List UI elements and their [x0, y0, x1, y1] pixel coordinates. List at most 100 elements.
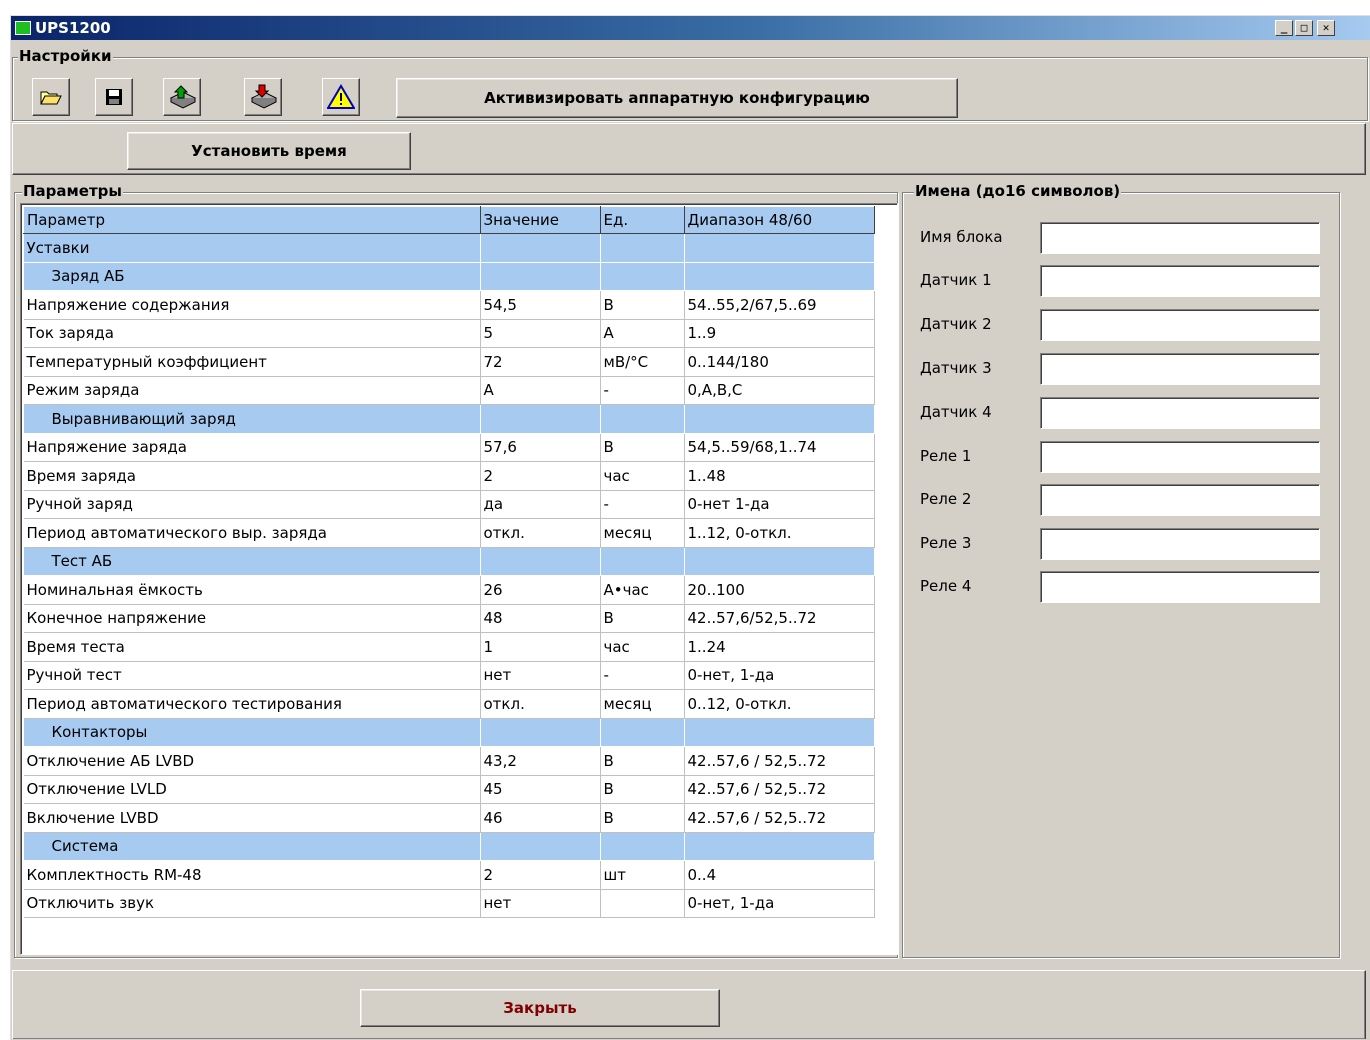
param-value-cell[interactable]: 1 — [480, 632, 601, 662]
param-value-cell[interactable]: 57,6 — [480, 433, 601, 462]
param-value-cell[interactable]: 54,5 — [480, 290, 601, 320]
open-file-button[interactable] — [32, 78, 70, 116]
table-row[interactable]: Режим заряда A -0,A,B,C — [23, 376, 875, 405]
param-name-cell: Отключение АБ LVBD — [23, 746, 481, 776]
section-label: Система — [23, 832, 481, 861]
maximize-button[interactable]: □ — [1295, 20, 1313, 36]
relay-2-name-input[interactable] — [1040, 484, 1320, 516]
param-unit-cell: час — [600, 632, 685, 662]
param-unit-cell: В — [600, 604, 685, 633]
table-row[interactable]: Номинальная ёмкость 26 А•час 20..100 — [23, 575, 875, 605]
section-label: Выравнивающий заряд — [23, 404, 481, 434]
table-section-row[interactable]: Заряд АБ — [23, 262, 875, 291]
param-value-cell[interactable]: 48 — [480, 604, 601, 633]
section-label: Заряд АБ — [23, 262, 481, 291]
block-name-input[interactable] — [1040, 222, 1320, 254]
param-range-cell: 54,5..59/68,1..74 — [684, 433, 875, 462]
param-value-cell[interactable]: 2 — [480, 461, 601, 491]
param-value-cell[interactable]: 26 — [480, 575, 601, 605]
set-time-button[interactable]: Установить время — [127, 132, 411, 170]
param-value-cell[interactable]: 2 — [480, 860, 601, 890]
param-name-cell: Включение LVBD — [23, 803, 481, 833]
param-range-cell: 42..57,6 / 52,5..72 — [684, 803, 875, 833]
table-row[interactable]: Температурный коэффициент 72 мВ/°С 0..144/1… — [23, 347, 875, 377]
sensor-3-name-input[interactable] — [1040, 353, 1320, 385]
close-button[interactable]: Закрыть — [360, 989, 720, 1027]
param-value-cell[interactable]: 45 — [480, 775, 601, 804]
column-header-range[interactable]: Диапазон 48/60 — [683, 206, 875, 234]
column-header-value[interactable]: Значение — [479, 206, 601, 234]
section-cell — [600, 832, 685, 861]
table-row[interactable]: Отключить звук нет 0-нет, 1-да — [23, 889, 875, 918]
name-label-sensor-2: Датчик 2 — [920, 315, 992, 333]
close-window-button[interactable]: ✕ — [1317, 20, 1335, 36]
table-section-row[interactable]: Уставки — [23, 233, 875, 263]
param-name-cell: Конечное напряжение — [23, 604, 481, 633]
table-row[interactable]: Конечное напряжение 48 В 42..57,6/52,5..72 — [23, 604, 875, 633]
params-grid-panel: Параметр Значение Ед. Диапазон 48/60 Уст… — [20, 203, 898, 955]
param-unit-cell — [600, 889, 685, 918]
table-section-row[interactable]: Тест АБ — [23, 547, 875, 576]
table-row[interactable]: Ручной заряд да -0-нет 1-да — [23, 490, 875, 519]
sensor-1-name-input[interactable] — [1040, 265, 1320, 297]
download-device-icon — [250, 84, 278, 109]
param-name-cell: Температурный коэффициент — [23, 347, 481, 377]
param-range-cell: 0..144/180 — [684, 347, 875, 377]
table-row[interactable]: Напряжение содержания 54,5 В 54..55,2/67,5.… — [23, 290, 875, 320]
param-value-cell[interactable]: нет — [480, 889, 601, 918]
param-name-cell: Ток заряда — [23, 319, 481, 348]
param-unit-cell: В — [600, 290, 685, 320]
param-value-cell[interactable]: нет — [480, 661, 601, 690]
table-section-row[interactable]: Система — [23, 832, 875, 861]
param-name-cell: Напряжение заряда — [23, 433, 481, 462]
relay-3-name-input[interactable] — [1040, 528, 1320, 560]
relay-1-name-input[interactable] — [1040, 441, 1320, 473]
section-cell — [480, 832, 601, 861]
param-value-cell[interactable]: A — [480, 376, 601, 405]
table-row[interactable]: Ручной тест нет -0-нет, 1-да — [23, 661, 875, 690]
param-range-cell: 1..12, 0-откл. — [684, 518, 875, 548]
param-value-cell[interactable]: да — [480, 490, 601, 519]
param-value-cell[interactable]: откл. — [480, 689, 601, 719]
table-row[interactable]: Отключение LVLD 45 В 42..57,6 / 52,5..72 — [23, 775, 875, 804]
param-name-cell: Период автоматического тестирования — [23, 689, 481, 719]
warning-button[interactable] — [322, 78, 360, 116]
save-file-button[interactable] — [95, 78, 133, 116]
name-label-relay-4: Реле 4 — [920, 577, 972, 595]
table-row[interactable]: Отключение АБ LVBD 43,2 В 42..57,6 / 52,5..… — [23, 746, 875, 776]
column-header-param[interactable]: Параметр — [23, 206, 481, 234]
table-row[interactable]: Время заряда 2 час 1..48 — [23, 461, 875, 491]
section-cell — [684, 262, 875, 291]
section-cell — [480, 404, 601, 434]
sensor-2-name-input[interactable] — [1040, 309, 1320, 341]
table-row[interactable]: Период автоматического выр. заряда откл. м… — [23, 518, 875, 548]
name-label-sensor-1: Датчик 1 — [920, 271, 992, 289]
param-range-cell: 42..57,6 / 52,5..72 — [684, 746, 875, 776]
name-label-relay-1: Реле 1 — [920, 447, 972, 465]
section-cell — [480, 233, 601, 263]
table-row[interactable]: Ток заряда 5 А 1..9 — [23, 319, 875, 348]
column-header-unit[interactable]: Ед. — [599, 206, 685, 234]
param-name-cell: Отключение LVLD — [23, 775, 481, 804]
table-row[interactable]: Период автоматического тестирования откл.… — [23, 689, 875, 719]
name-label-sensor-4: Датчик 4 — [920, 403, 992, 421]
upload-config-button[interactable] — [163, 78, 201, 116]
param-value-cell[interactable]: 5 — [480, 319, 601, 348]
activate-config-button[interactable]: Активизировать аппаратную конфигурацию — [396, 78, 958, 118]
table-row[interactable]: Время теста 1 час 1..24 — [23, 632, 875, 662]
param-unit-cell: - — [600, 661, 685, 690]
relay-4-name-input[interactable] — [1040, 571, 1320, 603]
param-value-cell[interactable]: 72 — [480, 347, 601, 377]
table-row[interactable]: Напряжение заряда 57,6 В 54,5..59/68,1..74 — [23, 433, 875, 462]
param-value-cell[interactable]: откл. — [480, 518, 601, 548]
table-section-row[interactable]: Выравнивающий заряд — [23, 404, 875, 434]
sensor-4-name-input[interactable] — [1040, 397, 1320, 429]
download-config-button[interactable] — [244, 78, 282, 116]
param-value-cell[interactable]: 43,2 — [480, 746, 601, 776]
param-value-cell[interactable]: 46 — [480, 803, 601, 833]
minimize-button[interactable]: _ — [1275, 20, 1293, 36]
table-row[interactable]: Комплектность RM-48 2 шт 0..4 — [23, 860, 875, 890]
section-cell — [480, 718, 601, 747]
table-row[interactable]: Включение LVBD 46 В 42..57,6 / 52,5..72 — [23, 803, 875, 833]
table-section-row[interactable]: Контакторы — [23, 718, 875, 747]
